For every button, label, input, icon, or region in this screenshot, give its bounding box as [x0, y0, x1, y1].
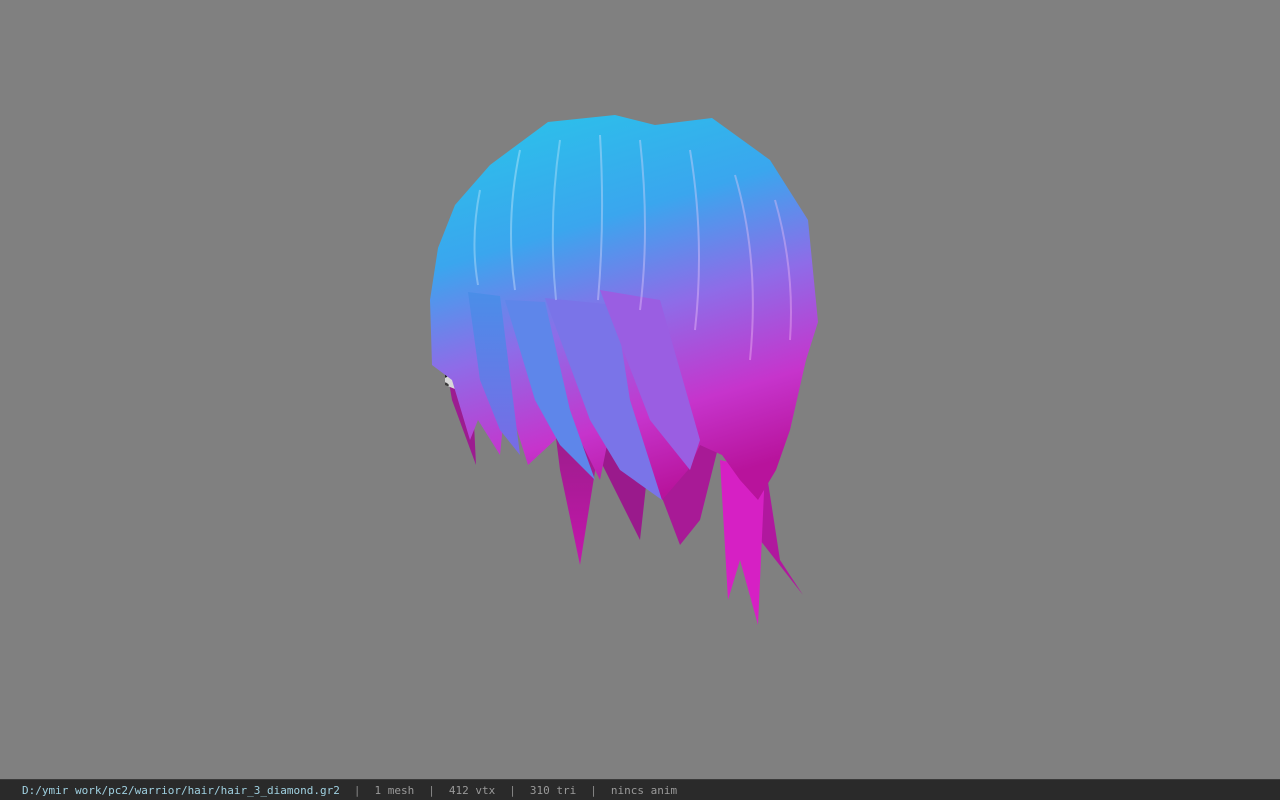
model-viewport[interactable]	[0, 0, 1280, 779]
animation-status-label: nincs anim	[610, 783, 678, 797]
separator: |	[590, 783, 597, 797]
separator: |	[428, 783, 435, 797]
vertex-count-label: 412 vtx	[448, 783, 496, 797]
mesh-count-label: 1 mesh	[374, 783, 415, 797]
triangle-count-label: 310 tri	[529, 783, 577, 797]
status-bar: D:/ymir work/pc2/warrior/hair/hair_3_dia…	[0, 779, 1280, 800]
separator: |	[509, 783, 516, 797]
file-path-label: D:/ymir work/pc2/warrior/hair/hair_3_dia…	[22, 783, 340, 797]
hair-model-render	[430, 115, 818, 625]
separator: |	[353, 783, 361, 797]
